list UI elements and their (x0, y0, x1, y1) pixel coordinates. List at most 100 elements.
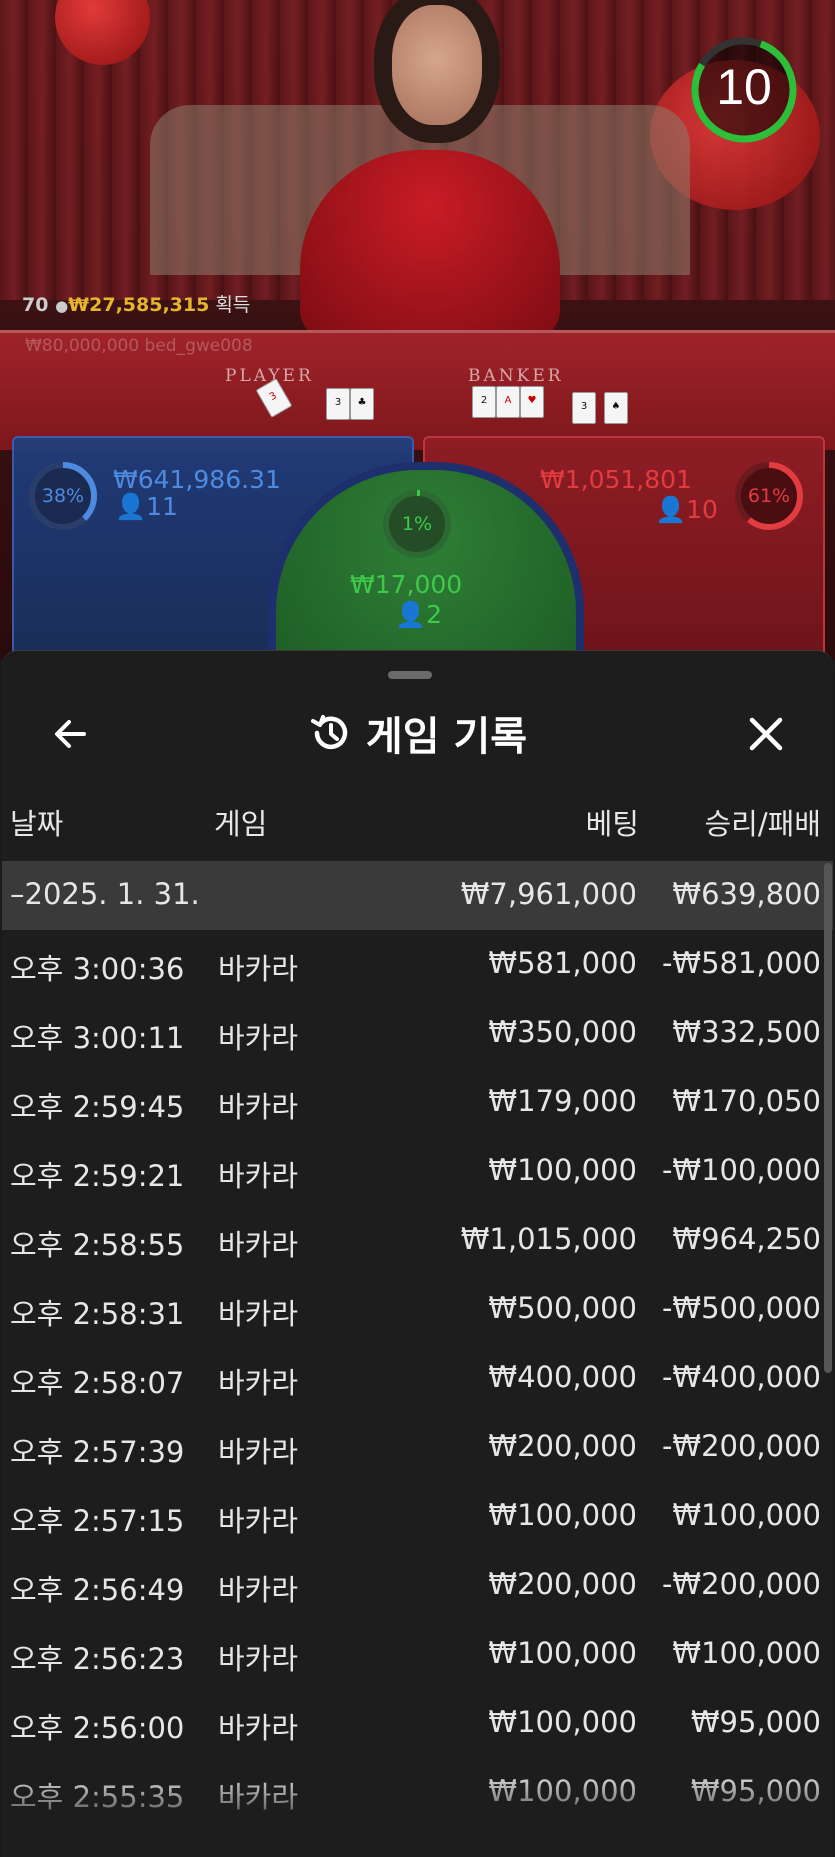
row-game: 바카라 (218, 1159, 299, 1193)
row-game: 바카라 (218, 1021, 299, 1055)
banker-count-value: 10 (686, 495, 718, 524)
row-time: 오후 2:58:55 (10, 1228, 185, 1262)
table-row[interactable]: 오후 2:58:31 바카라 ₩500,000 -₩500,000 (2, 1275, 833, 1344)
sheet-drag-handle[interactable] (388, 671, 432, 679)
playing-card: 3 (572, 392, 596, 424)
game-history-sheet: 게임 기록 날짜 게임 베팅 승리/패배 –2025. 1. 31. ₩7,96… (2, 650, 833, 1857)
playing-card: ♥ (520, 386, 544, 418)
table-row[interactable]: 오후 2:56:49 바카라 ₩200,000 -₩200,000 (2, 1551, 833, 1620)
row-time: 오후 2:55:35 (10, 1780, 185, 1814)
row-bet: ₩500,000 (488, 1291, 637, 1325)
row-result: -₩200,000 (661, 1567, 821, 1601)
row-game: 바카라 (218, 1435, 299, 1469)
date-group-row[interactable]: –2025. 1. 31. ₩7,961,000 ₩639,800 (2, 861, 833, 930)
page-title: 게임 기록 (365, 714, 528, 760)
table-row[interactable]: 오후 3:00:36 바카라 ₩581,000 -₩581,000 (2, 930, 833, 999)
column-header-date[interactable]: 날짜 (10, 801, 63, 843)
row-result: ₩170,050 (672, 1084, 821, 1118)
win-count: 70 (22, 294, 49, 316)
row-time: 오후 2:58:31 (10, 1297, 185, 1331)
column-header-game[interactable]: 게임 (214, 801, 267, 843)
column-header-result[interactable]: 승리/패배 (705, 801, 822, 843)
playing-card: ♣ (350, 388, 374, 420)
history-rows: 오후 3:00:36 바카라 ₩581,000 -₩581,000 오후 3:00:11… (2, 930, 833, 1827)
player-bet-amount: ₩641,986.31 (113, 465, 281, 494)
table-row[interactable]: 오후 2:58:07 바카라 ₩400,000 -₩400,000 (2, 1344, 833, 1413)
row-bet: ₩100,000 (488, 1705, 637, 1739)
group-result-total: ₩639,800 (672, 877, 821, 911)
table-row[interactable]: 오후 2:55:35 바카라 ₩100,000 ₩95,000 (2, 1758, 833, 1827)
row-game: 바카라 (218, 1642, 299, 1676)
row-time: 오후 2:56:00 (10, 1711, 185, 1745)
table-row[interactable]: 오후 2:57:15 바카라 ₩100,000 ₩100,000 (2, 1482, 833, 1551)
tie-bet-amount: ₩17,000 (350, 570, 463, 599)
person-icon: 👤 (115, 492, 147, 521)
playing-card: ♠ (604, 392, 628, 424)
table-edge (0, 330, 835, 333)
win-banner: 70 ●₩27,585,315 획득 (22, 290, 250, 317)
scrollbar[interactable] (824, 863, 832, 1373)
row-game: 바카라 (218, 1090, 299, 1124)
row-result: ₩95,000 (690, 1705, 821, 1739)
column-header-bet[interactable]: 베팅 (586, 801, 639, 843)
table-row[interactable]: 오후 2:56:00 바카라 ₩100,000 ₩95,000 (2, 1689, 833, 1758)
tie-percent: 1% (401, 513, 433, 535)
arrow-left-icon (55, 720, 86, 748)
row-bet: ₩400,000 (488, 1360, 637, 1394)
row-time: 오후 2:57:15 (10, 1504, 185, 1538)
row-result: ₩332,500 (672, 1015, 821, 1049)
tie-bettor-count: 👤2 (395, 600, 442, 630)
row-time: 오후 2:57:39 (10, 1435, 185, 1469)
banker-bet-amount: ₩1,051,801 (540, 465, 692, 494)
row-bet: ₩581,000 (488, 946, 637, 980)
row-game: 바카라 (218, 1297, 299, 1331)
person-icon: 👤 (655, 495, 687, 524)
countdown-number: 10 (716, 59, 772, 115)
close-icon (749, 717, 783, 751)
history-list: –2025. 1. 31. ₩7,961,000 ₩639,800 오후 3:0… (2, 861, 833, 1827)
tie-count-value: 2 (426, 600, 443, 629)
row-result: ₩95,000 (690, 1774, 821, 1808)
close-button[interactable] (738, 706, 794, 762)
row-game: 바카라 (218, 1366, 299, 1400)
row-time: 오후 3:00:11 (10, 1021, 185, 1055)
row-game: 바카라 (218, 1711, 299, 1745)
table-row[interactable]: 오후 2:56:23 바카라 ₩100,000 ₩100,000 (2, 1620, 833, 1689)
row-game: 바카라 (218, 1573, 299, 1607)
table-row[interactable]: 오후 3:00:11 바카라 ₩350,000 ₩332,500 (2, 999, 833, 1068)
row-bet: ₩100,000 (488, 1774, 637, 1808)
back-button[interactable] (42, 706, 98, 762)
group-date: –2025. 1. 31. (10, 877, 200, 911)
row-bet: ₩100,000 (488, 1153, 637, 1187)
table-row[interactable]: 오후 2:57:39 바카라 ₩200,000 -₩200,000 (2, 1413, 833, 1482)
row-result: -₩100,000 (661, 1153, 821, 1187)
row-result: -₩500,000 (661, 1291, 821, 1325)
playing-card: 2 (472, 386, 496, 418)
table-row[interactable]: 오후 2:59:45 바카라 ₩179,000 ₩170,050 (2, 1068, 833, 1137)
table-row[interactable]: 오후 2:58:55 바카라 ₩1,015,000 ₩964,250 (2, 1206, 833, 1275)
playing-card: A (496, 386, 520, 418)
row-time: 오후 2:59:45 (10, 1090, 185, 1124)
player-bettor-count: 👤11 (115, 492, 178, 522)
row-time: 오후 2:59:21 (10, 1159, 185, 1193)
row-result: ₩100,000 (672, 1498, 821, 1532)
row-bet: ₩100,000 (488, 1498, 637, 1532)
row-game: 바카라 (218, 1780, 299, 1814)
row-bet: ₩200,000 (488, 1429, 637, 1463)
win-suffix: 획득 (215, 294, 251, 316)
table-label-banker: BANKER (468, 366, 564, 386)
row-bet: ₩200,000 (488, 1567, 637, 1601)
playing-card: 3 (326, 388, 350, 420)
row-time: 오후 2:56:49 (10, 1573, 185, 1607)
row-time: 오후 2:58:07 (10, 1366, 185, 1400)
live-game-view: PLAYER BANKER 3 3 ♣ 2 A ♥ 3 ♠ 70 ●₩27,58… (0, 0, 835, 660)
row-time: 오후 3:00:36 (10, 952, 185, 986)
row-result: -₩200,000 (661, 1429, 821, 1463)
row-result: -₩400,000 (661, 1360, 821, 1394)
dealer-head (392, 5, 482, 125)
table-row[interactable]: 오후 2:59:21 바카라 ₩100,000 -₩100,000 (2, 1137, 833, 1206)
row-bet: ₩350,000 (488, 1015, 637, 1049)
group-bet-total: ₩7,961,000 (460, 877, 637, 911)
row-game: 바카라 (218, 952, 299, 986)
player-count-value: 11 (146, 492, 178, 521)
